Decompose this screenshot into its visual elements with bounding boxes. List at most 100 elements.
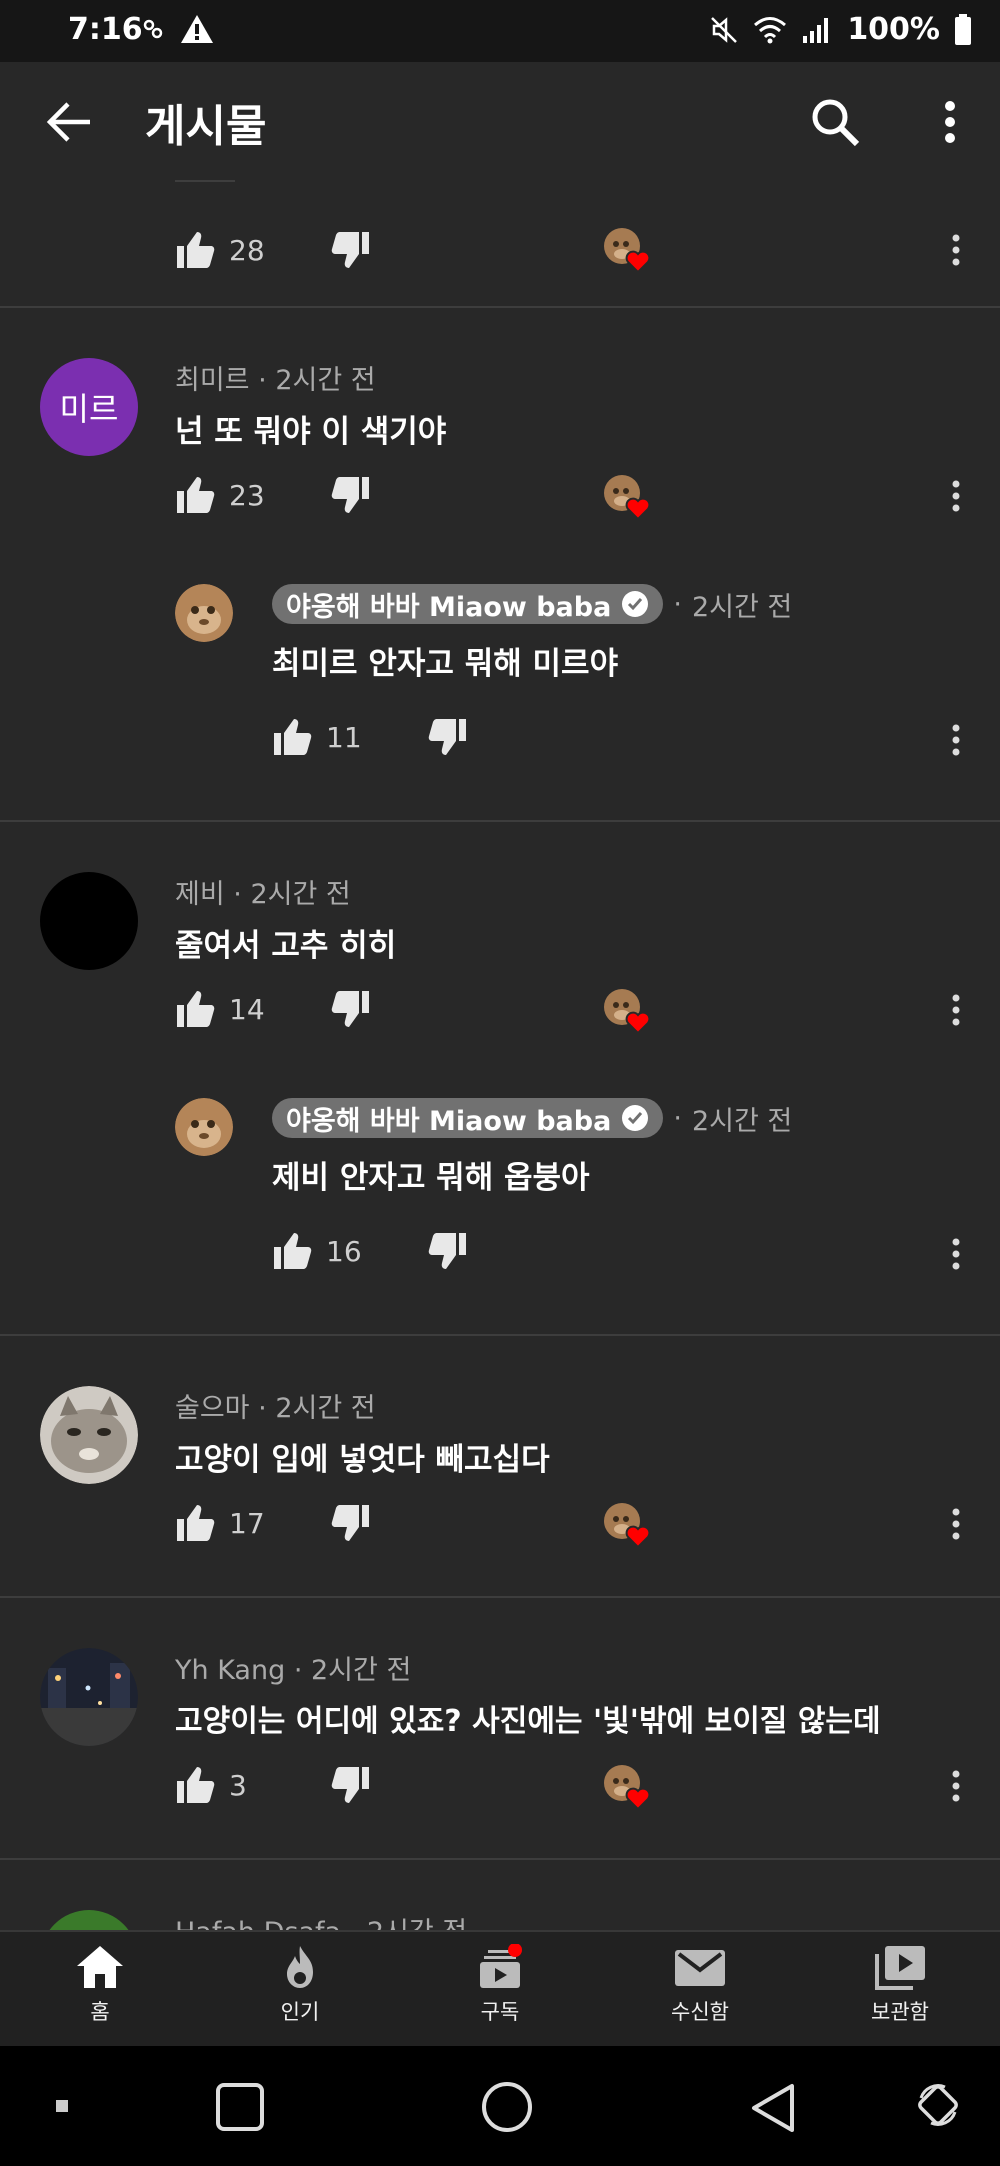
back-arrow-icon[interactable] — [40, 92, 100, 152]
like-icon[interactable] — [272, 717, 312, 757]
nav-label: 구독 — [480, 2000, 520, 2024]
dislike-icon[interactable] — [428, 1231, 468, 1271]
comment-author[interactable]: Hafah Dsafa — [175, 1917, 341, 1930]
comment-more-icon[interactable] — [946, 1504, 966, 1544]
like-count: 16 — [326, 1234, 362, 1268]
comment-author[interactable]: 술으마 — [175, 1393, 250, 1424]
reply-avatar[interactable] — [175, 1098, 233, 1156]
dislike-icon[interactable] — [331, 989, 371, 1029]
recents-icon[interactable] — [215, 2082, 265, 2132]
nav-subscriptions[interactable]: 구독 — [435, 1944, 565, 2026]
reply-actions: 16 — [272, 1226, 468, 1276]
reply-more-icon[interactable] — [946, 1234, 966, 1274]
nav-library[interactable]: 보관함 — [835, 1944, 965, 2026]
avatar[interactable] — [40, 1910, 138, 1930]
dislike-icon[interactable] — [331, 475, 371, 515]
rotate-icon[interactable] — [915, 2082, 961, 2128]
comment-meta: 제비 · 2시간 전 — [175, 872, 351, 911]
status-right: 100% — [709, 12, 972, 47]
comment-actions: 28 — [175, 225, 371, 275]
reply-text: 최미르 안자고 뭐해 미르야 — [272, 646, 619, 682]
owner-badge[interactable]: 야옹해 바바 Miaow baba — [272, 1098, 664, 1138]
warning-icon — [181, 15, 213, 43]
partial-comment: 28 — [0, 180, 1000, 308]
avatar[interactable]: 미르 — [40, 358, 138, 456]
home-icon — [77, 1946, 123, 1988]
page-title: 게시물 — [145, 101, 267, 152]
search-icon[interactable] — [805, 92, 865, 152]
creator-heart-icon — [602, 1763, 654, 1813]
comment-meta: 최미르 · 2시간 전 — [175, 358, 376, 397]
avatar[interactable] — [40, 1648, 138, 1746]
creator-heart-icon — [602, 473, 654, 523]
comment-time: 2시간 전 — [275, 1393, 376, 1424]
battery-percent: 100% — [847, 12, 940, 47]
comment-item: 미르 최미르 · 2시간 전 넌 또 뭐야 이 색기야 23 야옹해 바바 Mi… — [0, 308, 1000, 820]
owner-badge[interactable]: 야옹해 바바 Miaow baba — [272, 584, 664, 624]
comment-text: 고양이는 어디에 있죠? 사진에는 '빛'밖에 보이질 않는데 — [175, 1704, 881, 1739]
like-count: 17 — [229, 1506, 265, 1540]
reply-meta: 야옹해 바바 Miaow baba · 2시간 전 — [272, 1098, 792, 1138]
comment-more-icon[interactable] — [946, 1766, 966, 1806]
reply-actions: 11 — [272, 712, 468, 762]
comments-feed[interactable]: 28 미르 최미르 · 2시간 전 넌 또 뭐야 이 색기야 23 야옹해 바바… — [0, 180, 1000, 1930]
dislike-icon[interactable] — [331, 1765, 371, 1805]
separator: · — [233, 879, 242, 910]
flame-icon — [287, 1946, 313, 1988]
comment-author[interactable]: 제비 — [175, 879, 225, 910]
like-icon[interactable] — [272, 1231, 312, 1271]
dislike-icon[interactable] — [428, 717, 468, 757]
like-icon[interactable] — [175, 989, 215, 1029]
back-triangle-icon[interactable] — [748, 2082, 798, 2134]
link-icon — [143, 19, 163, 39]
comment-time: 2시간 전 — [250, 879, 351, 910]
comment-author[interactable]: 최미르 — [175, 365, 250, 396]
reply-time: 2시간 전 — [691, 1105, 793, 1137]
comment-more-icon[interactable] — [946, 990, 966, 1030]
like-icon[interactable] — [175, 1503, 215, 1543]
more-vert-icon[interactable] — [930, 92, 970, 152]
bottom-nav: 홈 인기 구독 수신함 보관함 — [0, 1930, 1000, 2046]
mail-icon — [675, 1950, 725, 1986]
separator: · — [350, 1917, 359, 1930]
comment-author[interactable]: Yh Kang — [175, 1655, 285, 1686]
reply-time: 2시간 전 — [691, 591, 793, 623]
like-icon[interactable] — [175, 1765, 215, 1805]
comment-meta: Hafah Dsafa · 2시간 전 — [175, 1910, 467, 1930]
nav-label: 홈 — [90, 2000, 110, 2024]
home-circle-icon[interactable] — [480, 2080, 534, 2134]
nav-trending[interactable]: 인기 — [235, 1944, 365, 2026]
like-icon[interactable] — [175, 475, 215, 515]
comment-time: 2시간 전 — [275, 365, 376, 396]
comment-actions: 14 — [175, 984, 371, 1034]
comment-text: 고양이 입에 넣엇다 빼고십다 — [175, 1442, 550, 1478]
comment-more-icon[interactable] — [946, 230, 966, 270]
avatar-initials: 미르 — [59, 390, 119, 428]
separator: · — [673, 588, 682, 620]
reply-avatar[interactable] — [175, 584, 233, 642]
nav-inbox[interactable]: 수신함 — [635, 1944, 765, 2026]
avatar[interactable] — [40, 872, 138, 970]
dot-icon[interactable] — [54, 2098, 70, 2114]
nav-label: 인기 — [280, 2000, 320, 2024]
comment-time: 2시간 전 — [367, 1917, 467, 1930]
battery-icon — [955, 13, 971, 45]
comment-text: 넌 또 뭐야 이 색기야 — [175, 414, 447, 450]
reply-meta: 야옹해 바바 Miaow baba · 2시간 전 — [272, 584, 792, 624]
like-count: 14 — [229, 992, 265, 1026]
separator: · — [258, 1393, 267, 1424]
avatar[interactable] — [40, 1386, 138, 1484]
comment-meta: 술으마 · 2시간 전 — [175, 1386, 376, 1425]
mute-icon — [711, 16, 738, 43]
dislike-icon[interactable] — [331, 1503, 371, 1543]
like-icon[interactable] — [175, 230, 215, 270]
truncated-text — [175, 180, 235, 182]
reply-more-icon[interactable] — [946, 720, 966, 760]
system-nav-bar — [0, 2046, 1000, 2166]
comment-more-icon[interactable] — [946, 476, 966, 516]
dislike-icon[interactable] — [331, 230, 371, 270]
app-header: 게시물 — [0, 62, 1000, 180]
comment-actions: 3 — [175, 1760, 371, 1810]
separator: · — [258, 365, 267, 396]
nav-home[interactable]: 홈 — [35, 1944, 165, 2026]
